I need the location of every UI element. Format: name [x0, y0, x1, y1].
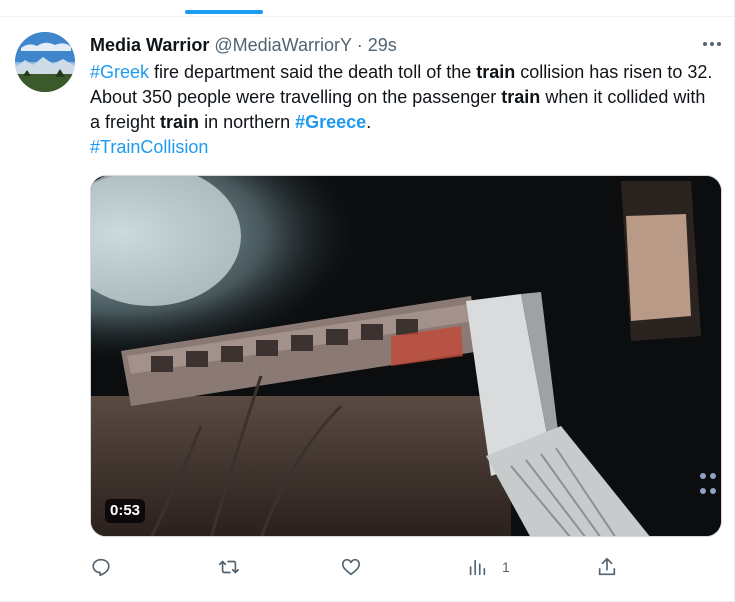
hashtag-link[interactable]: #Greece: [295, 112, 366, 132]
separator: ·: [356, 35, 363, 55]
views-count: 1: [502, 559, 510, 575]
tweet-header: Media Warrior @MediaWarriorY · 29s: [90, 34, 397, 56]
hashtag-link[interactable]: #TrainCollision: [90, 137, 208, 157]
timestamp[interactable]: 29s: [368, 35, 397, 55]
tweet-text-segment: in northern: [199, 112, 296, 132]
video-thumbnail: [91, 176, 721, 536]
share-button[interactable]: [596, 552, 618, 582]
reply-button[interactable]: [90, 552, 112, 582]
like-button[interactable]: [340, 552, 362, 582]
more-options-button[interactable]: [700, 36, 724, 52]
heart-icon: [341, 558, 361, 576]
views-icon: [469, 559, 486, 576]
tweet-text-bold: train: [160, 112, 200, 132]
author-name[interactable]: Media Warrior: [90, 35, 209, 55]
tweet-text-segment: .: [366, 112, 372, 132]
divider: [0, 16, 735, 17]
retweet-icon: [219, 560, 239, 574]
hashtag-link[interactable]: #Greek: [90, 62, 149, 82]
avatar[interactable]: [15, 32, 75, 92]
retweet-button[interactable]: [218, 552, 240, 582]
reply-icon: [92, 558, 110, 577]
video-player[interactable]: 0:53: [90, 175, 722, 537]
tweet-text: #Greek fire department said the death to…: [90, 60, 720, 160]
author-handle[interactable]: @MediaWarriorY: [214, 35, 351, 55]
share-icon: [598, 557, 616, 576]
tweet-text-bold: train: [501, 87, 541, 107]
tweet-text-bold: train: [476, 62, 516, 82]
views-button[interactable]: 1: [466, 552, 510, 582]
video-duration: 0:53: [105, 499, 146, 523]
more-dots-icon: [703, 42, 721, 46]
tweet-text-segment: fire department said the death toll of t…: [149, 62, 477, 82]
tweet-actions: 1: [88, 552, 628, 582]
active-tab-indicator: [185, 10, 263, 14]
